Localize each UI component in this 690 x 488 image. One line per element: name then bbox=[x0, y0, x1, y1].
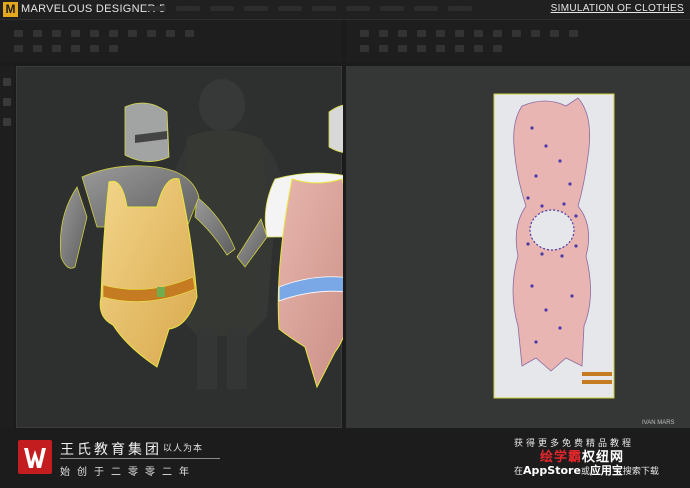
tool-icon[interactable] bbox=[3, 98, 11, 106]
tool-icon[interactable] bbox=[3, 118, 11, 126]
brand-logo-icon bbox=[18, 440, 52, 474]
tool-icon[interactable] bbox=[436, 30, 445, 37]
promo-suffix: 搜索下载 bbox=[622, 467, 659, 477]
pattern-piece[interactable] bbox=[512, 97, 591, 372]
tool-icon[interactable] bbox=[185, 30, 194, 37]
toolbar-row bbox=[14, 45, 118, 52]
tool-icon[interactable] bbox=[147, 30, 156, 37]
tool-icon[interactable] bbox=[166, 30, 175, 37]
tool-icon[interactable] bbox=[417, 45, 426, 52]
tool-icon[interactable] bbox=[52, 30, 61, 37]
tool-icon[interactable] bbox=[512, 30, 521, 37]
menu-item[interactable] bbox=[210, 6, 234, 11]
menu-item[interactable] bbox=[244, 6, 268, 11]
scene-3d bbox=[60, 79, 343, 389]
promo-download-text: 在AppStore或应用宝搜索下载 bbox=[514, 462, 659, 478]
tool-icon[interactable] bbox=[33, 30, 42, 37]
toolbar-row bbox=[14, 30, 194, 37]
tool-icon[interactable] bbox=[71, 30, 80, 37]
tool-icon[interactable] bbox=[417, 30, 426, 37]
promo-prefix: 在 bbox=[514, 467, 524, 477]
tool-icon[interactable] bbox=[109, 30, 118, 37]
tool-icon[interactable] bbox=[379, 45, 388, 52]
promo-store: AppStore bbox=[523, 464, 581, 477]
side-toolbar bbox=[0, 66, 14, 428]
tool-icon[interactable] bbox=[493, 30, 502, 37]
menu-item[interactable] bbox=[346, 6, 370, 11]
tool-icon[interactable] bbox=[455, 45, 464, 52]
title-bar: M MARVELOUS DESIGNER 5 SIMULATION OF CLO… bbox=[0, 0, 690, 20]
viewport-2d-pattern[interactable] bbox=[346, 66, 690, 428]
tool-icon[interactable] bbox=[14, 30, 23, 37]
tool-icon[interactable] bbox=[455, 30, 464, 37]
menu-item[interactable] bbox=[312, 6, 336, 11]
menu-item[interactable] bbox=[448, 6, 472, 11]
tool-icon[interactable] bbox=[436, 45, 445, 52]
menu-bar[interactable] bbox=[142, 6, 472, 11]
divider bbox=[60, 458, 220, 459]
tool-icon[interactable] bbox=[3, 78, 11, 86]
toolbar-row bbox=[360, 30, 578, 37]
toolbar-row bbox=[360, 45, 502, 52]
tool-icon[interactable] bbox=[360, 45, 369, 52]
app-logo-icon: M bbox=[3, 2, 18, 17]
promo-mid: 或 bbox=[580, 467, 590, 477]
tool-icon[interactable] bbox=[474, 30, 483, 37]
viewport-3d[interactable] bbox=[16, 66, 343, 428]
tool-icon[interactable] bbox=[90, 30, 99, 37]
tool-icon[interactable] bbox=[109, 45, 118, 52]
brand-motto: 以人为本 bbox=[163, 444, 204, 454]
author-credit: IVAN MARS bbox=[642, 420, 675, 426]
tool-icon[interactable] bbox=[569, 30, 578, 37]
tool-icon[interactable] bbox=[474, 45, 483, 52]
menu-item[interactable] bbox=[142, 6, 166, 11]
tool-icon[interactable] bbox=[71, 45, 80, 52]
promo-app: 应用宝 bbox=[589, 464, 623, 477]
tool-icon[interactable] bbox=[90, 45, 99, 52]
section-title: SIMULATION OF CLOTHES bbox=[550, 3, 684, 14]
brand-name: 王氏教育集团 bbox=[60, 442, 162, 458]
tool-icon[interactable] bbox=[52, 45, 61, 52]
pattern-canvas bbox=[493, 93, 615, 399]
tool-icon[interactable] bbox=[493, 45, 502, 52]
toolbar-3d bbox=[0, 20, 342, 62]
tool-icon[interactable] bbox=[128, 30, 137, 37]
brand-since: 始创于二零零二年 bbox=[60, 467, 196, 478]
tool-icon[interactable] bbox=[531, 30, 540, 37]
tool-icon[interactable] bbox=[398, 30, 407, 37]
menu-item[interactable] bbox=[176, 6, 200, 11]
menu-item[interactable] bbox=[380, 6, 404, 11]
menu-item[interactable] bbox=[414, 6, 438, 11]
menu-item[interactable] bbox=[278, 6, 302, 11]
tool-icon[interactable] bbox=[379, 30, 388, 37]
tool-icon[interactable] bbox=[398, 45, 407, 52]
tool-icon[interactable] bbox=[33, 45, 42, 52]
toolbar-2d bbox=[346, 20, 690, 62]
tool-icon[interactable] bbox=[14, 45, 23, 52]
tool-icon[interactable] bbox=[550, 30, 559, 37]
tool-icon[interactable] bbox=[360, 30, 369, 37]
